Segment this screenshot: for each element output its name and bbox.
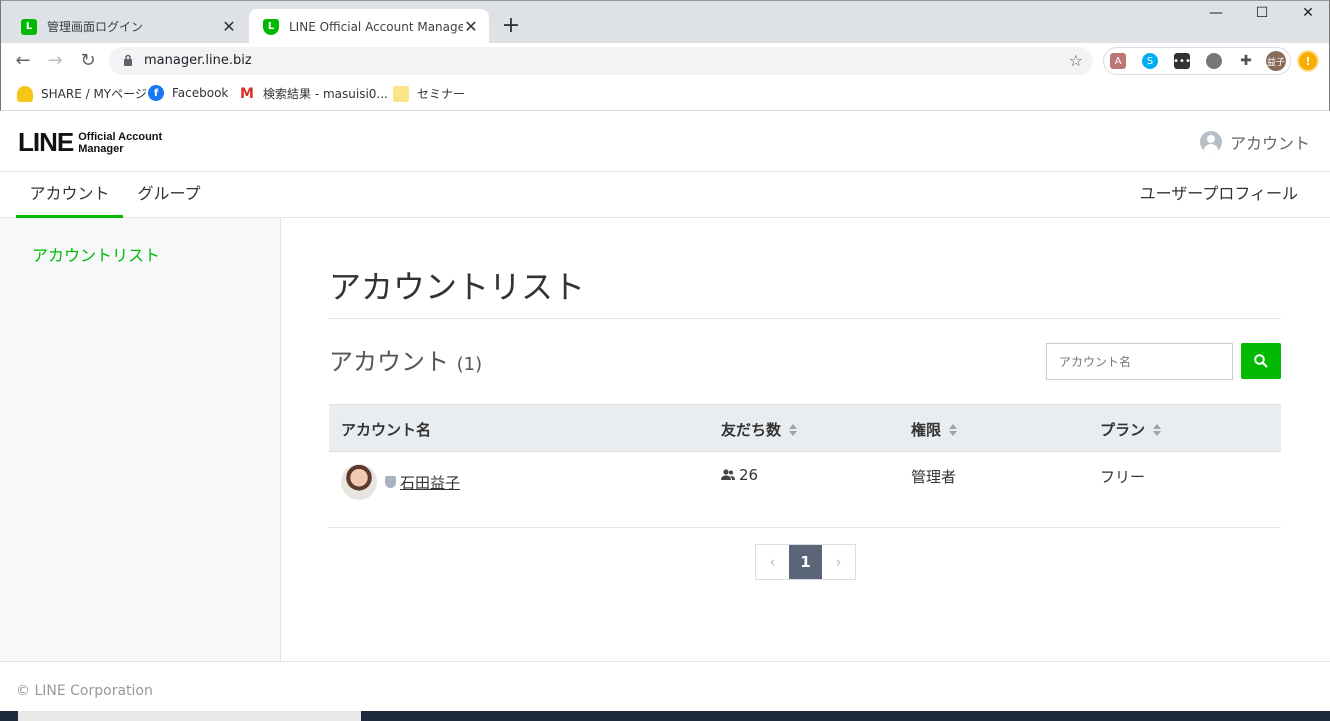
- close-icon[interactable]: ✕: [221, 17, 237, 36]
- bookmarks-bar: SHARE / MYページ f Facebook M 検索結果 - masuis…: [0, 79, 1330, 111]
- tab-title: 管理画面ログイン: [47, 20, 144, 34]
- friends-cell: 26: [721, 466, 758, 484]
- puzzle-icon[interactable]: ✚: [1238, 53, 1254, 69]
- column-account-name: アカウント名: [341, 419, 431, 440]
- column-role[interactable]: 権限: [911, 419, 958, 440]
- sort-icon[interactable]: [949, 423, 958, 436]
- bookmark-label: 検索結果 - masuisi0...: [263, 87, 388, 101]
- close-icon[interactable]: ✕: [463, 17, 479, 36]
- page-title: アカウントリスト: [329, 268, 586, 306]
- footer: © LINE Corporation: [0, 661, 1330, 711]
- bookmark-label: Facebook: [172, 86, 229, 100]
- profile-avatar[interactable]: 益子: [1266, 51, 1286, 71]
- tab-account[interactable]: アカウント: [16, 172, 123, 218]
- next-page-button[interactable]: ›: [822, 545, 855, 579]
- share-icon: [17, 85, 33, 102]
- account-menu[interactable]: アカウント: [1199, 130, 1310, 154]
- copyright: © LINE Corporation: [16, 683, 153, 699]
- role-cell: 管理者: [911, 468, 957, 486]
- tab-title: LINE Official Account Manager: [289, 19, 463, 34]
- column-label: 権限: [911, 421, 942, 439]
- column-plan[interactable]: プラン: [1100, 419, 1162, 440]
- section-title: アカウント (1): [329, 342, 482, 377]
- reload-icon[interactable]: ↻: [76, 49, 100, 73]
- column-label: プラン: [1100, 421, 1146, 439]
- new-tab-button[interactable]: +: [499, 14, 523, 38]
- logo-subtext: Official Account Manager: [78, 131, 162, 155]
- table-row: 石田益子 26 管理者 フリー: [329, 452, 1281, 528]
- current-page[interactable]: 1: [789, 545, 822, 579]
- user-profile-link[interactable]: ユーザープロフィール: [1140, 172, 1298, 216]
- page-header: LINE Official Account Manager アカウント: [0, 112, 1330, 172]
- plan-cell: フリー: [1100, 468, 1146, 486]
- extensions-area: A S ••• ✚ 益子: [1103, 47, 1291, 75]
- facebook-icon: f: [148, 85, 164, 101]
- pdf-extension-icon[interactable]: A: [1110, 53, 1126, 69]
- pagination: ‹ 1 ›: [755, 544, 856, 580]
- logo-text: LINE: [18, 127, 74, 157]
- sort-icon[interactable]: [1153, 423, 1162, 436]
- url-field[interactable]: manager.line.biz ☆: [109, 47, 1093, 75]
- search-button[interactable]: [1241, 343, 1281, 379]
- browser-tab-login[interactable]: L 管理画面ログイン ✕: [7, 9, 247, 44]
- browser-tab-manager[interactable]: L LINE Official Account Manager ✕: [249, 9, 489, 44]
- lock-icon: [124, 54, 132, 66]
- gmail-icon: M: [240, 85, 254, 102]
- tab-group[interactable]: グループ: [130, 172, 208, 218]
- logo-line-2: Manager: [78, 142, 124, 155]
- forward-icon[interactable]: →: [43, 49, 67, 73]
- line-icon: L: [21, 18, 37, 35]
- os-taskbar: [0, 711, 1330, 721]
- sidebar-item-account-list[interactable]: アカウントリスト: [32, 242, 160, 266]
- friends-count: 26: [739, 466, 759, 484]
- minimize-button[interactable]: —: [1193, 5, 1239, 21]
- sidebar: アカウントリスト: [0, 218, 281, 661]
- dots-extension-icon[interactable]: •••: [1173, 53, 1191, 69]
- skype-extension-icon[interactable]: S: [1142, 53, 1158, 69]
- search-icon: [1254, 354, 1268, 368]
- column-friends[interactable]: 友だち数: [721, 419, 798, 440]
- column-label: アカウント名: [341, 421, 432, 439]
- maximize-button[interactable]: ☐: [1239, 5, 1285, 21]
- account-name-link[interactable]: 石田益子: [400, 472, 460, 493]
- address-bar: ← → ↻ manager.line.biz ☆ A S ••• ✚ 益子 !: [0, 43, 1330, 79]
- section-title-text: アカウント: [329, 348, 449, 376]
- browser-tab-bar: L 管理画面ログイン ✕ L LINE Official Account Man…: [0, 0, 1330, 44]
- table-header: アカウント名 友だち数 権限 プラン: [329, 404, 1281, 452]
- bookmark-label: セミナー: [417, 87, 466, 101]
- account-table: アカウント名 友だち数 権限 プラン 石田益子 26 管理者 フリー: [329, 404, 1281, 528]
- user-avatar-icon: [1199, 131, 1222, 153]
- bookmark-star-icon[interactable]: ☆: [1069, 51, 1083, 70]
- sort-icon[interactable]: [789, 423, 798, 436]
- circle-extension-icon[interactable]: [1206, 53, 1222, 69]
- account-avatar: [341, 464, 377, 500]
- bookmark-share[interactable]: SHARE / MYページ: [17, 85, 147, 102]
- window-close-button[interactable]: ✕: [1285, 5, 1330, 21]
- account-name-cell: 石田益子: [341, 464, 460, 500]
- bookmark-gmail[interactable]: M 検索結果 - masuisi0...: [239, 85, 388, 102]
- account-label: アカウント: [1229, 134, 1310, 153]
- folder-icon: [393, 85, 409, 102]
- line-shield-icon: L: [263, 18, 279, 35]
- main-nav: アカウント グループ ユーザープロフィール: [0, 172, 1330, 218]
- line-logo[interactable]: LINE Official Account Manager: [18, 127, 162, 158]
- bookmark-facebook[interactable]: f Facebook: [148, 85, 228, 101]
- divider: [329, 318, 1281, 319]
- shield-icon: [385, 476, 396, 488]
- logo-line-1: Official Account: [78, 130, 163, 143]
- taskbar-search-area[interactable]: [18, 711, 361, 721]
- url-text: manager.line.biz: [144, 53, 252, 68]
- column-label: 友だち数: [721, 421, 782, 439]
- alert-icon[interactable]: !: [1297, 50, 1319, 72]
- back-icon[interactable]: ←: [11, 49, 35, 73]
- account-search-input[interactable]: [1046, 343, 1233, 380]
- bookmark-label: SHARE / MYページ: [41, 87, 147, 101]
- prev-page-button[interactable]: ‹: [756, 545, 789, 579]
- friends-icon: [721, 469, 735, 480]
- bookmark-seminar[interactable]: セミナー: [393, 85, 465, 102]
- account-count: (1): [456, 354, 483, 375]
